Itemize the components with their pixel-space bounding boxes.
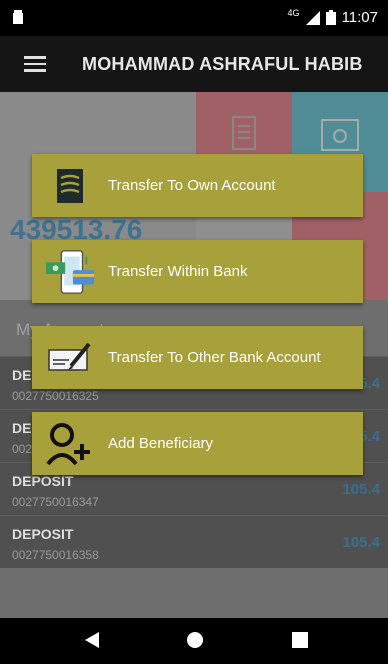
add-beneficiary-button[interactable]: Add Beneficiary (32, 412, 363, 475)
action-label: Add Beneficiary (108, 435, 214, 452)
system-nav-bar (0, 618, 388, 664)
transfer-own-account-button[interactable]: Transfer To Own Account (32, 154, 363, 217)
recents-icon[interactable] (291, 631, 309, 649)
account-type: DEPOSIT (12, 526, 74, 542)
battery-icon (325, 10, 336, 25)
ledger-icon (44, 164, 96, 208)
account-row[interactable]: DEPOSIT 0027750016358 105.4 (0, 515, 388, 568)
app-bar: MOHAMMAD ASHRAFUL HABIB (0, 36, 388, 92)
notification-icon (13, 10, 23, 24)
transfer-within-bank-button[interactable]: Transfer Within Bank (32, 240, 363, 303)
transfer-other-bank-button[interactable]: Transfer To Other Bank Account (32, 326, 363, 389)
action-label: Transfer Within Bank (108, 263, 248, 280)
account-number: 0027750016347 (12, 495, 99, 509)
account-number: 0027750016358 (12, 548, 99, 562)
network-label: 4G (287, 7, 300, 18)
account-number: 0027750016325 (12, 389, 99, 403)
account-amount: 105.4 (342, 481, 380, 498)
hamburger-menu-icon[interactable] (24, 56, 46, 72)
status-bar: 4G 11:07 (0, 0, 388, 36)
page-title: MOHAMMAD ASHRAFUL HABIB (82, 53, 363, 74)
back-icon[interactable] (84, 631, 100, 649)
transfer-icon (321, 119, 359, 151)
action-label: Transfer To Other Bank Account (108, 349, 321, 366)
statement-icon (232, 116, 256, 150)
account-amount: 105.4 (342, 534, 380, 551)
account-type: DEPOSIT (12, 473, 74, 489)
cheque-pen-icon (44, 336, 96, 380)
signal-icon (305, 10, 320, 25)
phone-card-icon (44, 249, 96, 294)
action-label: Transfer To Own Account (108, 177, 276, 194)
add-user-icon (44, 422, 96, 466)
home-icon[interactable] (186, 631, 204, 649)
clock: 11:07 (341, 9, 378, 26)
